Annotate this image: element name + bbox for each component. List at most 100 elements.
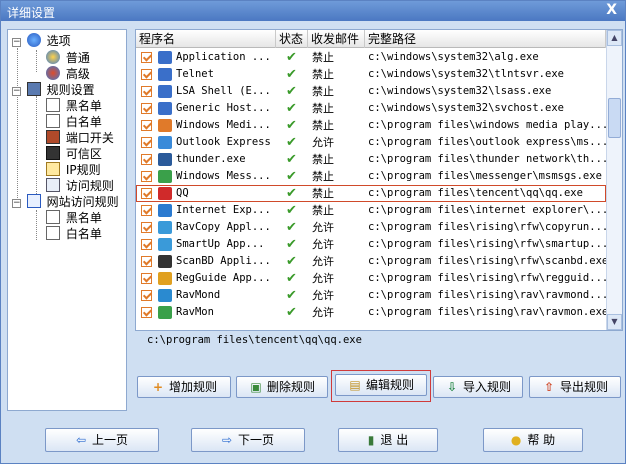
tree-node-web-whitelist[interactable]: 白名单: [46, 226, 102, 242]
status-check-icon[interactable]: ✔: [286, 100, 300, 117]
tree-node-whitelist[interactable]: 白名单: [46, 114, 102, 130]
row-checkbox[interactable]: [141, 120, 152, 131]
collapse-icon[interactable]: −: [12, 38, 21, 47]
row-checkbox[interactable]: [141, 86, 152, 97]
column-header-mail[interactable]: 收发邮件: [308, 30, 365, 48]
status-check-icon[interactable]: ✔: [286, 117, 300, 134]
scroll-thumb[interactable]: [608, 98, 621, 138]
row-checkbox[interactable]: [141, 256, 152, 267]
tree-node-rules[interactable]: − 规则设置: [12, 82, 95, 98]
table-row[interactable]: Telnet ✔ 禁止 c:\windows\system32\tlntsvr.exe: [136, 66, 606, 83]
row-checkbox[interactable]: [141, 154, 152, 165]
mail-permission[interactable]: 允许: [312, 304, 362, 321]
table-row[interactable]: Internet Exp... ✔ 禁止 c:\program files\inter…: [136, 202, 606, 219]
status-check-icon[interactable]: ✔: [286, 185, 300, 202]
mail-permission[interactable]: 禁止: [312, 117, 362, 134]
help-button[interactable]: ● 帮 助: [483, 428, 583, 452]
status-check-icon[interactable]: ✔: [286, 304, 300, 321]
row-checkbox[interactable]: [141, 188, 152, 199]
tree-node-port-switch[interactable]: 端口开关: [46, 130, 114, 146]
status-check-icon[interactable]: ✔: [286, 287, 300, 304]
table-row[interactable]: Generic Host... ✔ 禁止 c:\windows\system32\sv…: [136, 100, 606, 117]
mail-permission[interactable]: 禁止: [312, 151, 362, 168]
import-rule-button[interactable]: ⇩ 导入规则: [433, 376, 523, 398]
status-check-icon[interactable]: ✔: [286, 270, 300, 287]
list-scrollbar[interactable]: ▲ ▼: [606, 30, 622, 330]
tree-node-web-blacklist[interactable]: 黑名单: [46, 210, 102, 226]
row-checkbox[interactable]: [141, 171, 152, 182]
table-row[interactable]: Windows Medi... ✔ 禁止 c:\program files\windo…: [136, 117, 606, 134]
row-checkbox[interactable]: [141, 69, 152, 80]
column-header-name[interactable]: 程序名: [136, 30, 276, 48]
mail-permission[interactable]: 禁止: [312, 185, 362, 202]
mail-permission[interactable]: 允许: [312, 270, 362, 287]
mail-permission[interactable]: 禁止: [312, 168, 362, 185]
row-checkbox[interactable]: [141, 222, 152, 233]
row-checkbox[interactable]: [141, 290, 152, 301]
tree-node-blacklist[interactable]: 黑名单: [46, 98, 102, 114]
tree-node-ip-rules[interactable]: IP规则: [46, 162, 101, 178]
status-check-icon[interactable]: ✔: [286, 66, 300, 83]
table-row[interactable]: Windows Mess... ✔ 禁止 c:\program files\messe…: [136, 168, 606, 185]
status-check-icon[interactable]: ✔: [286, 49, 300, 66]
tree-node-web-access-rules[interactable]: − 网站访问规则: [12, 194, 119, 210]
table-row[interactable]: RavMon ✔ 允许 c:\program files\rising\rav\rav…: [136, 304, 606, 321]
scroll-up-icon[interactable]: ▲: [607, 30, 622, 46]
table-row[interactable]: LSA Shell (E... ✔ 禁止 c:\windows\system32\ls…: [136, 83, 606, 100]
table-row[interactable]: RavCopy Appl... ✔ 允许 c:\program files\risin…: [136, 219, 606, 236]
next-page-button[interactable]: ⇨ 下一页: [191, 428, 305, 452]
row-checkbox[interactable]: [141, 137, 152, 148]
tree-node-options[interactable]: − 选项: [12, 33, 71, 49]
table-row[interactable]: Outlook Express ✔ 允许 c:\program files\outlo…: [136, 134, 606, 151]
mail-permission[interactable]: 允许: [312, 219, 362, 236]
status-check-icon[interactable]: ✔: [286, 219, 300, 236]
close-icon[interactable]: X: [606, 2, 617, 18]
row-checkbox[interactable]: [141, 52, 152, 63]
export-rule-button[interactable]: ⇧ 导出规则: [529, 376, 621, 398]
delete-rule-button[interactable]: ▣ 删除规则: [236, 376, 328, 398]
table-row[interactable]: thunder.exe ✔ 禁止 c:\program files\thunder n…: [136, 151, 606, 168]
tree-node-trusted-zone[interactable]: 可信区: [46, 146, 102, 162]
add-rule-button[interactable]: + 增加规则: [137, 376, 231, 398]
prev-page-button[interactable]: ⇦ 上一页: [45, 428, 159, 452]
tree-node-access-rules[interactable]: 访问规则: [46, 178, 114, 194]
tree-label: 选项: [46, 34, 71, 48]
row-checkbox[interactable]: [141, 273, 152, 284]
button-label: 上一页: [92, 433, 129, 447]
table-row[interactable]: RavMond ✔ 允许 c:\program files\rising\rav\ra…: [136, 287, 606, 304]
tree-node-advanced[interactable]: 高级: [46, 66, 90, 82]
column-header-path[interactable]: 完整路径: [365, 30, 606, 48]
status-check-icon[interactable]: ✔: [286, 134, 300, 151]
exit-button[interactable]: ▮ 退 出: [338, 428, 438, 452]
collapse-icon[interactable]: −: [12, 199, 21, 208]
status-check-icon[interactable]: ✔: [286, 151, 300, 168]
status-check-icon[interactable]: ✔: [286, 236, 300, 253]
row-checkbox[interactable]: [141, 103, 152, 114]
mail-permission[interactable]: 允许: [312, 134, 362, 151]
row-checkbox[interactable]: [141, 239, 152, 250]
tree-node-general[interactable]: 普通: [46, 50, 90, 66]
row-checkbox[interactable]: [141, 205, 152, 216]
table-row[interactable]: ScanBD Appli... ✔ 允许 c:\program files\risin…: [136, 253, 606, 270]
scroll-down-icon[interactable]: ▼: [607, 314, 622, 330]
status-check-icon[interactable]: ✔: [286, 168, 300, 185]
mail-permission[interactable]: 禁止: [312, 49, 362, 66]
mail-permission[interactable]: 禁止: [312, 83, 362, 100]
table-row[interactable]: SmartUp App... ✔ 允许 c:\program files\rising…: [136, 236, 606, 253]
collapse-icon[interactable]: −: [12, 87, 21, 96]
status-check-icon[interactable]: ✔: [286, 202, 300, 219]
app-icon: [158, 221, 172, 234]
row-checkbox[interactable]: [141, 307, 152, 318]
mail-permission[interactable]: 禁止: [312, 202, 362, 219]
status-check-icon[interactable]: ✔: [286, 253, 300, 270]
table-row[interactable]: QQ ✔ 禁止 c:\program files\tencent\qq\qq.exe: [136, 185, 606, 202]
status-check-icon[interactable]: ✔: [286, 83, 300, 100]
table-row[interactable]: Application ... ✔ 禁止 c:\windows\system32\al…: [136, 49, 606, 66]
mail-permission[interactable]: 禁止: [312, 100, 362, 117]
mail-permission[interactable]: 允许: [312, 253, 362, 270]
mail-permission[interactable]: 允许: [312, 287, 362, 304]
column-header-status[interactable]: 状态: [276, 30, 308, 48]
mail-permission[interactable]: 禁止: [312, 66, 362, 83]
mail-permission[interactable]: 允许: [312, 236, 362, 253]
table-row[interactable]: RegGuide App... ✔ 允许 c:\program files\risin…: [136, 270, 606, 287]
